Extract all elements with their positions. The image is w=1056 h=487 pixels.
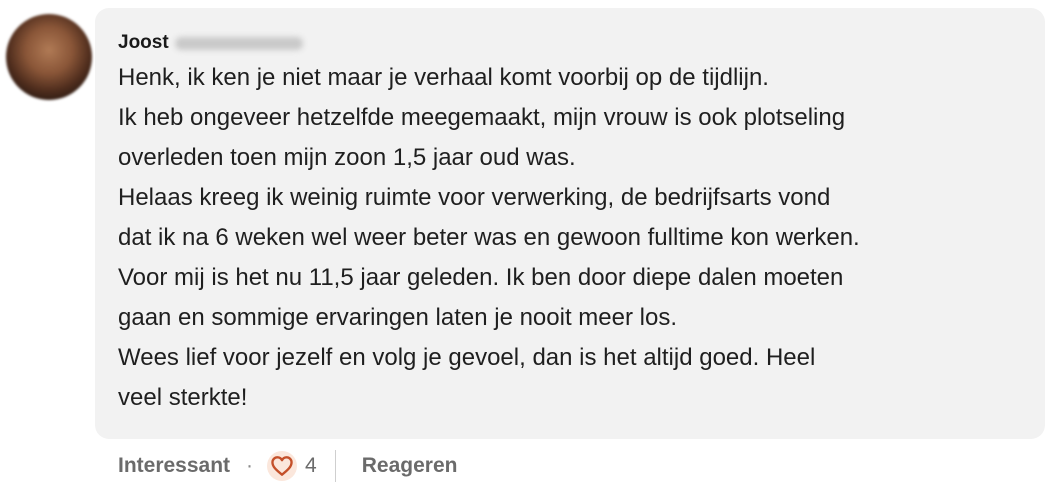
comment-line: Wees lief voor jezelf en volg je gevoel,… (118, 344, 816, 371)
comment-line: Voor mij is het nu 11,5 jaar geleden. Ik… (118, 264, 844, 291)
comment-line: Henk, ik ken je niet maar je verhaal kom… (118, 64, 769, 91)
avatar[interactable] (6, 14, 92, 100)
interesting-button[interactable]: Interessant (118, 454, 230, 478)
comment-author[interactable]: Joost (118, 30, 303, 56)
reaction-count[interactable]: 4 (305, 454, 317, 478)
divider (334, 450, 336, 482)
comment-line: gaan en sommige ervaringen laten je nooi… (118, 304, 677, 331)
comment-line: overleden toen mijn zoon 1,5 jaar oud wa… (118, 144, 576, 171)
comment-actions: Interessant · 4 Reageren (118, 448, 457, 484)
comment-line: veel sterkte! (118, 384, 248, 411)
comment-line: dat ik na 6 weken wel weer beter was en … (118, 224, 860, 251)
author-surname-blurred (174, 36, 303, 50)
heart-icon-glyph (271, 456, 293, 476)
heart-icon[interactable] (267, 451, 298, 481)
comment-line: Ik heb ongeveer hetzelfde meegemaakt, mi… (118, 104, 846, 131)
separator-dot: · (246, 454, 254, 477)
comment-text: Henk, ik ken je niet maar je verhaal kom… (118, 58, 1030, 418)
author-name[interactable]: Joost (118, 32, 169, 54)
reply-button[interactable]: Reageren (362, 454, 458, 478)
comment-line: Helaas kreeg ik weinig ruimte voor verwe… (118, 184, 831, 211)
